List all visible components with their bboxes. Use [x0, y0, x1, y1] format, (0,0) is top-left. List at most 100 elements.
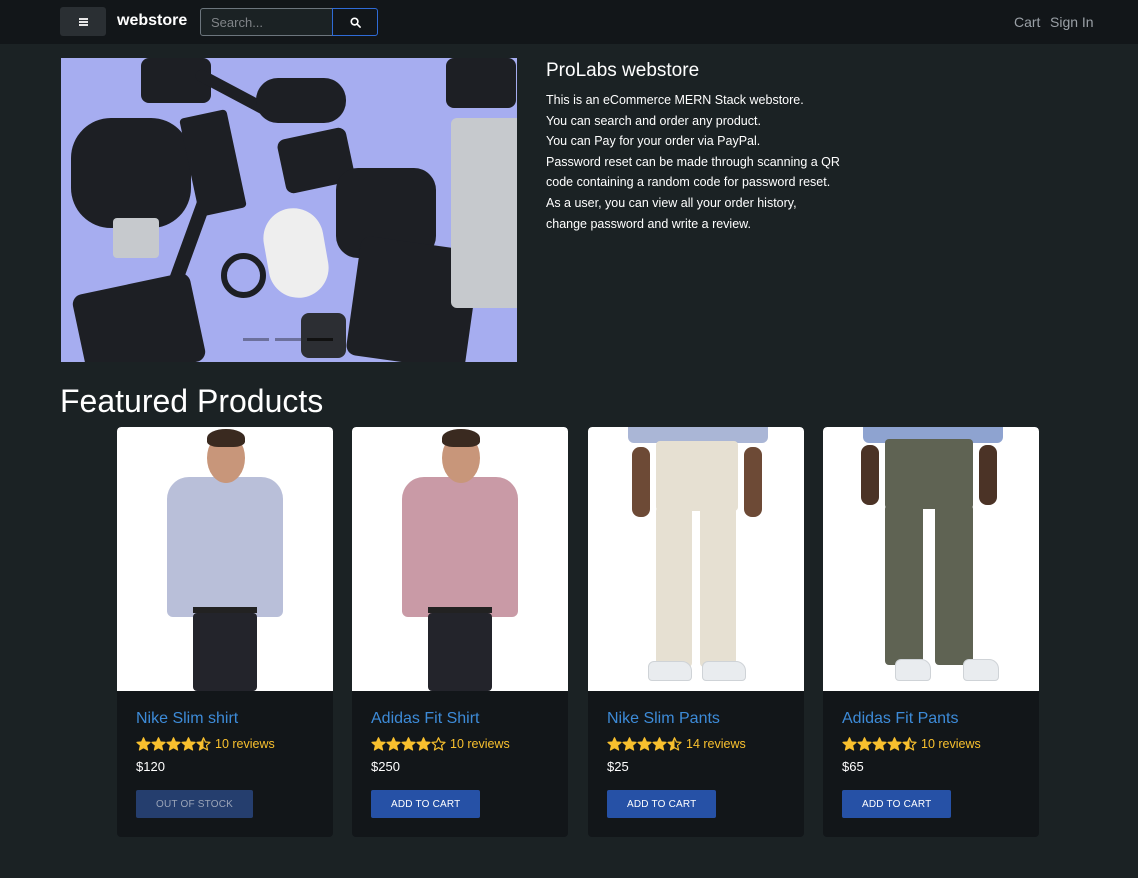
- add-to-cart-button[interactable]: ADD TO CART: [842, 790, 952, 818]
- product-name[interactable]: Adidas Fit Pants: [842, 710, 959, 728]
- hamburger-icon: [78, 17, 88, 26]
- product-name[interactable]: Adidas Fit Shirt: [371, 710, 479, 728]
- hero-title: ProLabs webstore: [546, 60, 700, 81]
- product-name[interactable]: Nike Slim Pants: [607, 710, 720, 728]
- nav-signin-link[interactable]: Sign In: [1050, 14, 1094, 30]
- model-figure: [117, 427, 333, 691]
- star-full-icon: [371, 737, 386, 751]
- gimbal-shape: [258, 203, 334, 303]
- star-half-icon: [902, 737, 917, 751]
- product-image[interactable]: [352, 427, 568, 691]
- nav-cart-link[interactable]: Cart: [1014, 14, 1040, 30]
- carousel-indicator[interactable]: [243, 338, 269, 341]
- device-shape: [301, 313, 346, 358]
- pants-shape: [193, 613, 257, 691]
- hero-line: change password and write a review.: [546, 216, 751, 231]
- phone-shape: [70, 271, 208, 362]
- rating-stars: [607, 737, 682, 751]
- product-rating: 14 reviews: [607, 737, 746, 751]
- product-price: $65: [842, 759, 864, 774]
- carousel-indicator[interactable]: [275, 338, 301, 341]
- product-price: $120: [136, 759, 165, 774]
- section-title: Featured Products: [60, 383, 324, 419]
- pants-leg-left: [885, 505, 923, 665]
- earphone-case-shape: [256, 78, 346, 123]
- arm-shape: [632, 447, 650, 517]
- hair-shape: [207, 429, 245, 447]
- model-figure: [823, 427, 1039, 691]
- brand-logo[interactable]: webstore: [117, 12, 187, 30]
- product-card: Nike Slim Pants 14 reviews $25 ADD TO CA…: [588, 427, 804, 837]
- pants-shape: [885, 439, 973, 509]
- star-full-icon: [887, 737, 902, 751]
- shoe-shape: [648, 661, 692, 681]
- hero-line: You can Pay for your order via PayPal.: [546, 134, 761, 149]
- hero-carousel-image[interactable]: [61, 58, 517, 362]
- out-of-stock-button[interactable]: OUT OF STOCK: [136, 790, 254, 818]
- star-full-icon: [386, 737, 401, 751]
- hero-line: Password reset can be made through scann…: [546, 154, 840, 169]
- model-figure: [588, 427, 804, 691]
- hero-line: code containing a random code for passwo…: [546, 175, 831, 190]
- add-to-cart-button[interactable]: ADD TO CART: [607, 790, 717, 818]
- rating-stars: [842, 737, 917, 751]
- drone-shape: [71, 118, 191, 228]
- star-full-icon: [181, 737, 196, 751]
- star-empty-icon: [431, 737, 446, 751]
- navbar: webstore Cart Sign In: [0, 0, 1138, 44]
- arm-shape: [979, 445, 997, 505]
- product-price: $25: [607, 759, 629, 774]
- menu-toggle-button[interactable]: [60, 7, 106, 36]
- product-card: Adidas Fit Shirt 10 reviews $250 ADD TO …: [352, 427, 568, 837]
- search-input[interactable]: [200, 8, 333, 36]
- pants-shape: [656, 441, 738, 511]
- review-count: 10 reviews: [921, 737, 981, 751]
- review-count: 14 reviews: [686, 737, 746, 751]
- product-image[interactable]: [823, 427, 1039, 691]
- arm-shape: [861, 445, 879, 505]
- shirt-shape: [402, 477, 518, 617]
- powerbank-shape: [179, 109, 247, 217]
- hero-line: This is an eCommerce MERN Stack webstore…: [546, 93, 804, 107]
- shoe-shape: [702, 661, 746, 681]
- star-full-icon: [166, 737, 181, 751]
- charger-shape: [446, 58, 516, 108]
- product-rating: 10 reviews: [371, 737, 510, 751]
- product-card: Adidas Fit Pants 10 reviews $65 ADD TO C…: [823, 427, 1039, 837]
- review-count: 10 reviews: [450, 737, 510, 751]
- star-full-icon: [136, 737, 151, 751]
- hero-description: ProLabs webstore This is an eCommerce ME…: [546, 60, 866, 234]
- product-card: Nike Slim shirt 10 reviews $120 OUT OF S…: [117, 427, 333, 837]
- add-to-cart-button[interactable]: ADD TO CART: [371, 790, 481, 818]
- carousel-indicators: [243, 338, 333, 341]
- shoe-shape: [895, 659, 931, 681]
- star-full-icon: [622, 737, 637, 751]
- product-price: $250: [371, 759, 400, 774]
- product-name[interactable]: Nike Slim shirt: [136, 710, 238, 728]
- star-full-icon: [872, 737, 887, 751]
- laptop-shape: [451, 118, 517, 308]
- star-full-icon: [416, 737, 431, 751]
- carousel-indicator-active[interactable]: [307, 338, 333, 341]
- arm-shape: [744, 447, 762, 517]
- search-button[interactable]: [332, 8, 378, 36]
- product-image[interactable]: [588, 427, 804, 691]
- star-full-icon: [857, 737, 872, 751]
- star-half-icon: [667, 737, 682, 751]
- star-full-icon: [842, 737, 857, 751]
- hero-line: As a user, you can view all your order h…: [546, 195, 797, 210]
- model-figure: [352, 427, 568, 691]
- shoe-shape: [963, 659, 999, 681]
- hero-line: You can search and order any product.: [546, 113, 761, 128]
- camera-shape: [113, 218, 159, 258]
- star-full-icon: [401, 737, 416, 751]
- pants-leg-right: [700, 507, 736, 667]
- star-full-icon: [151, 737, 166, 751]
- review-count: 10 reviews: [215, 737, 275, 751]
- rating-stars: [371, 737, 446, 751]
- pants-leg-left: [656, 507, 692, 667]
- product-rating: 10 reviews: [842, 737, 981, 751]
- product-image[interactable]: [117, 427, 333, 691]
- smartwatch-shape: [221, 253, 266, 298]
- shirt-shape: [167, 477, 283, 617]
